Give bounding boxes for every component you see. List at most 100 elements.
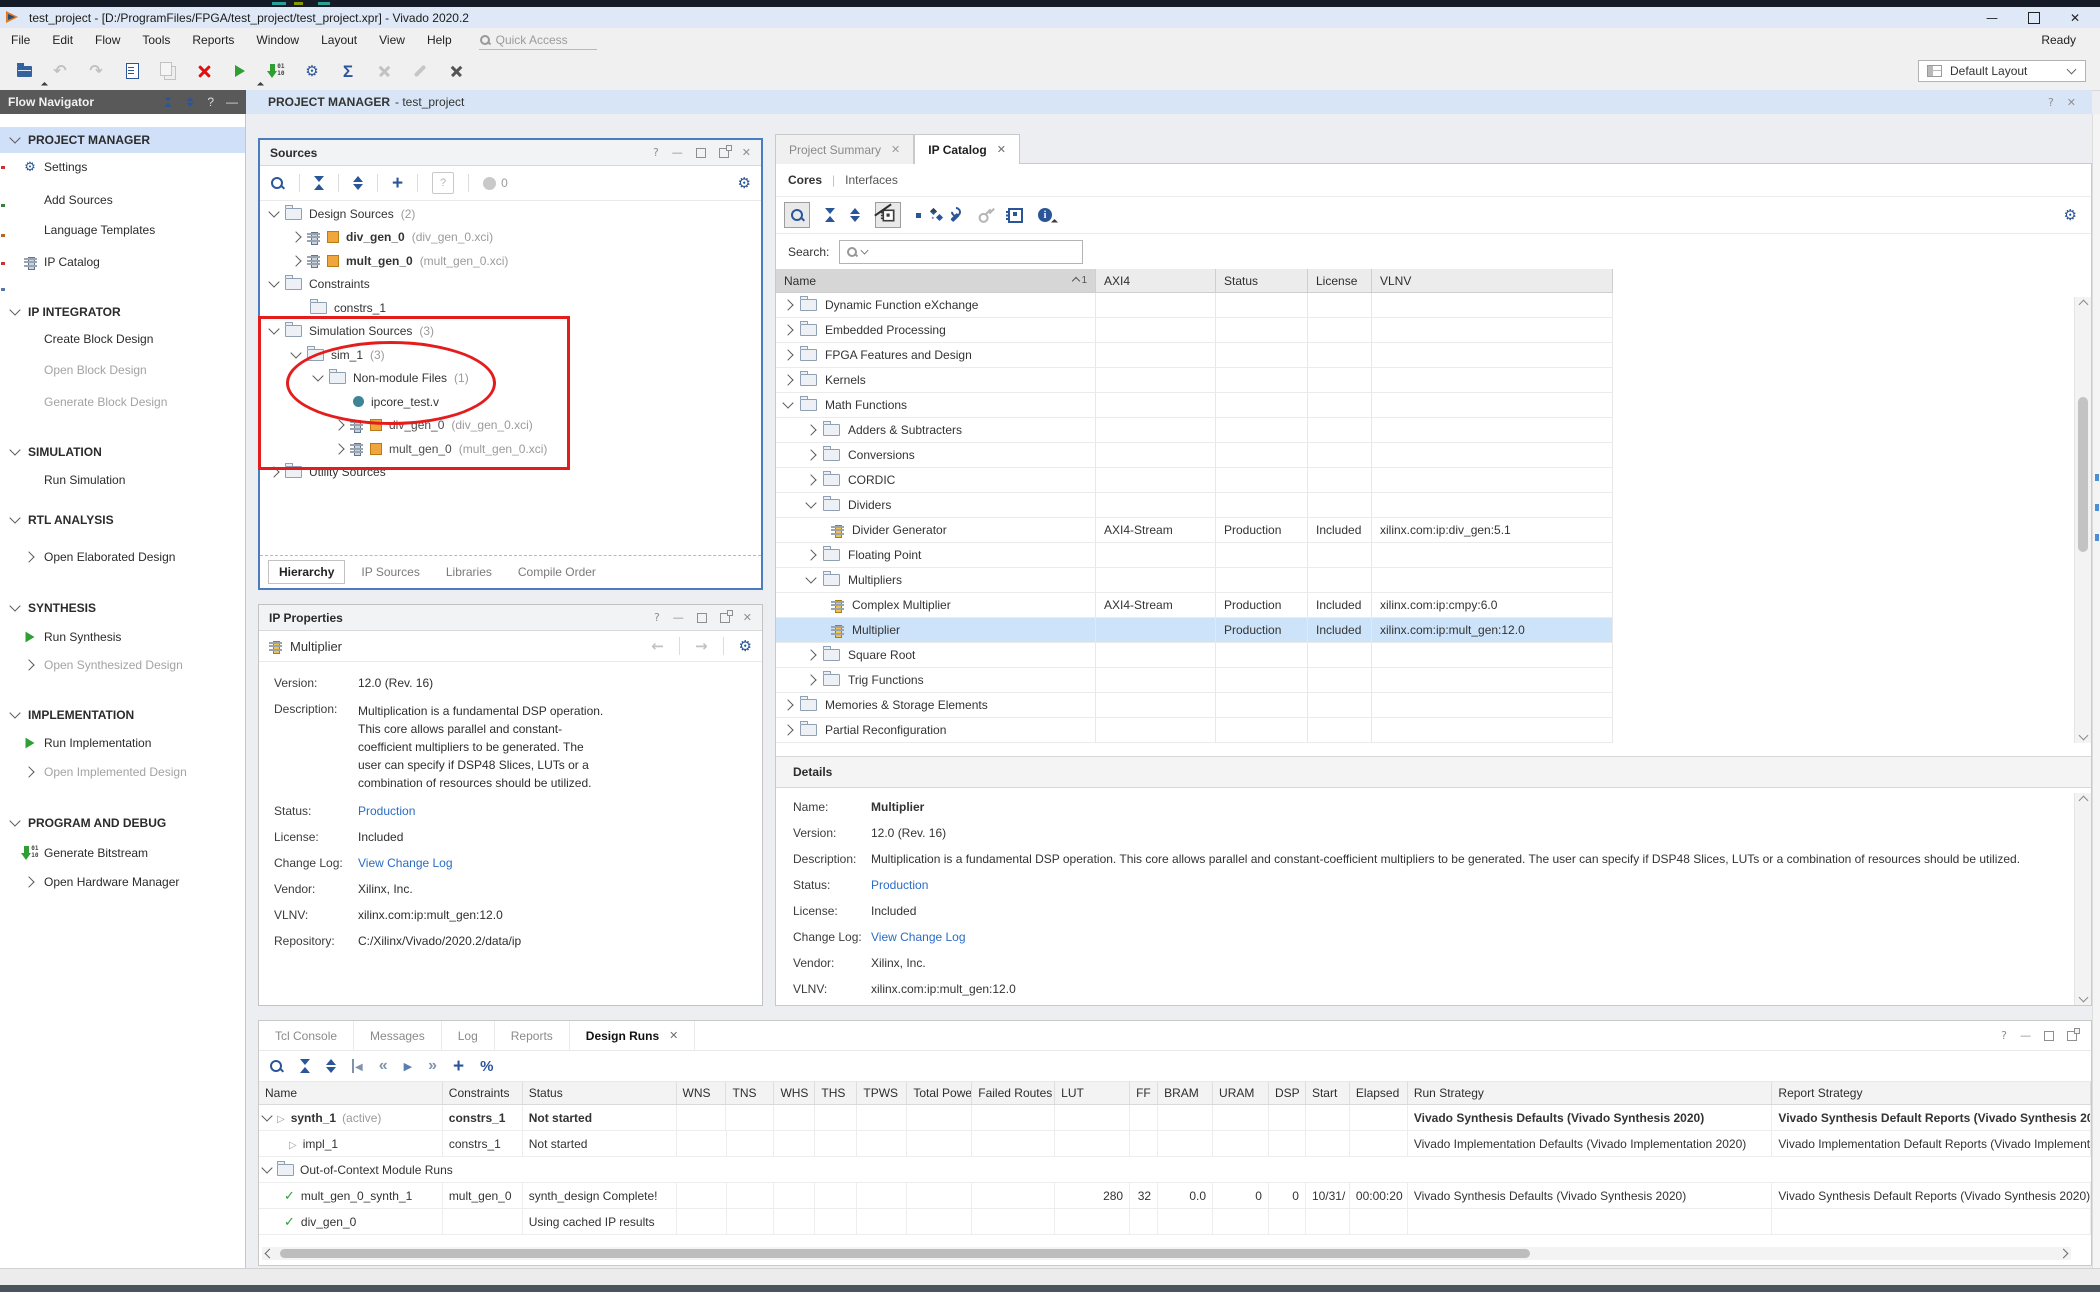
catalog-row[interactable]: Floating Point bbox=[776, 543, 1613, 568]
catalog-row[interactable]: Dynamic Function eXchange bbox=[776, 293, 1613, 318]
chevron-down-icon[interactable] bbox=[261, 1162, 272, 1173]
close-icon[interactable]: ✕ bbox=[742, 146, 751, 159]
float-icon[interactable] bbox=[720, 613, 730, 623]
catalog-row[interactable]: FPGA Features and Design bbox=[776, 343, 1613, 368]
fn-section-ip-integrator[interactable]: IP INTEGRATOR bbox=[0, 299, 245, 325]
tab-messages[interactable]: Messages bbox=[354, 1021, 442, 1050]
tree-row-mult-gen-0[interactable]: mult_gen_0(mult_gen_0.xci) bbox=[262, 249, 759, 273]
delete-button[interactable] bbox=[186, 57, 222, 85]
column-status[interactable]: Status bbox=[1216, 269, 1308, 293]
fn-item-open-block-design[interactable]: Open Block Design bbox=[0, 357, 245, 383]
filter-ip-button[interactable] bbox=[875, 202, 901, 228]
chevron-right-icon[interactable] bbox=[782, 349, 793, 360]
catalog-row[interactable]: CORDIC bbox=[776, 468, 1613, 493]
help-icon[interactable]: ? bbox=[653, 146, 659, 159]
fn-section-program-and-debug[interactable]: PROGRAM AND DEBUG bbox=[0, 810, 245, 836]
catalog-row[interactable]: Math Functions bbox=[776, 393, 1613, 418]
close-button[interactable]: ✕ bbox=[2070, 12, 2080, 24]
chevron-down-icon[interactable] bbox=[268, 206, 279, 217]
close-icon[interactable] bbox=[891, 143, 900, 156]
column-tpws[interactable]: TPWS bbox=[857, 1082, 907, 1104]
fn-item-ip-catalog[interactable]: IP Catalog bbox=[0, 249, 245, 275]
help-icon[interactable]: ? bbox=[207, 95, 214, 109]
minimize-icon[interactable]: — bbox=[672, 146, 683, 159]
run-row-synth-1[interactable]: synth_1(active) constrs_1 Not started Vi… bbox=[259, 1105, 2091, 1131]
help-icon[interactable]: ? bbox=[654, 611, 660, 624]
expand-all-icon[interactable] bbox=[187, 97, 194, 107]
menu-help[interactable]: Help bbox=[416, 33, 463, 47]
help-icon[interactable]: ? bbox=[2001, 1029, 2007, 1042]
menu-reports[interactable]: Reports bbox=[181, 33, 245, 47]
column-vlnv[interactable]: VLNV bbox=[1372, 269, 1613, 293]
column-elapsed[interactable]: Elapsed bbox=[1350, 1082, 1408, 1104]
scroll-right-icon[interactable] bbox=[2059, 1249, 2069, 1259]
run-row-out-of-context[interactable]: Out-of-Context Module Runs bbox=[259, 1157, 2091, 1183]
layout-selector[interactable]: Default Layout bbox=[1918, 60, 2086, 82]
tab-ip-catalog[interactable]: IP Catalog bbox=[914, 134, 1020, 164]
column-ths[interactable]: THS bbox=[815, 1082, 857, 1104]
first-run-icon[interactable] bbox=[352, 1059, 363, 1073]
status-link[interactable]: Production bbox=[358, 804, 415, 818]
column-constraints[interactable]: Constraints bbox=[443, 1082, 523, 1104]
scroll-down-icon[interactable] bbox=[2078, 993, 2088, 1003]
maximize-button[interactable] bbox=[2028, 12, 2040, 24]
sources-panel-header[interactable]: Sources ? — ✕ bbox=[260, 140, 761, 166]
close-icon[interactable] bbox=[997, 143, 1006, 156]
column-total-power[interactable]: Total Power bbox=[907, 1082, 972, 1104]
chevron-right-icon[interactable] bbox=[290, 232, 301, 243]
details-scrollbar[interactable] bbox=[2074, 793, 2091, 1005]
fn-item-run-synthesis[interactable]: Run Synthesis bbox=[0, 624, 245, 650]
back-arrow-icon[interactable] bbox=[651, 637, 664, 655]
column-name[interactable]: Name1 bbox=[776, 269, 1096, 293]
fn-item-settings[interactable]: Settings bbox=[0, 154, 245, 180]
previous-run-icon[interactable] bbox=[379, 1057, 388, 1075]
chevron-right-icon[interactable] bbox=[782, 699, 793, 710]
fn-section-rtl-analysis[interactable]: RTL ANALYSIS bbox=[0, 507, 245, 533]
minimize-panel-icon[interactable]: — bbox=[226, 95, 238, 109]
search-button[interactable] bbox=[784, 202, 810, 228]
expand-all-icon[interactable] bbox=[353, 176, 363, 190]
copy-button[interactable] bbox=[150, 57, 186, 85]
subtab-interfaces[interactable]: Interfaces bbox=[845, 173, 898, 187]
open-project-button[interactable] bbox=[6, 57, 42, 85]
fn-item-open-synthesized-design[interactable]: Open Synthesized Design bbox=[0, 652, 245, 678]
fn-item-add-sources[interactable]: Add Sources bbox=[0, 187, 245, 213]
message-count[interactable]: 0 bbox=[483, 176, 508, 190]
fn-item-create-block-design[interactable]: Create Block Design bbox=[0, 326, 245, 352]
chevron-right-icon[interactable] bbox=[782, 324, 793, 335]
catalog-row-divider-generator[interactable]: Divider GeneratorAXI4-StreamProductionIn… bbox=[776, 518, 1613, 543]
tab-design-runs[interactable]: Design Runs bbox=[570, 1021, 696, 1050]
gear-icon[interactable] bbox=[739, 639, 752, 654]
wrench-icon[interactable] bbox=[946, 207, 962, 223]
chevron-right-icon[interactable] bbox=[805, 424, 816, 435]
gear-icon[interactable] bbox=[2064, 208, 2077, 223]
run-row-div-gen-0[interactable]: div_gen_0 Using cached IP results bbox=[259, 1209, 2091, 1235]
menu-tools[interactable]: Tools bbox=[131, 33, 181, 47]
column-license[interactable]: License bbox=[1308, 269, 1372, 293]
chevron-right-icon[interactable] bbox=[805, 449, 816, 460]
forward-arrow-icon[interactable] bbox=[695, 637, 708, 655]
fn-section-synthesis[interactable]: SYNTHESIS bbox=[0, 595, 245, 621]
column-bram[interactable]: BRAM bbox=[1158, 1082, 1213, 1104]
play-run-icon[interactable] bbox=[404, 1059, 412, 1073]
minimize-button[interactable]: — bbox=[1986, 12, 1998, 24]
menu-layout[interactable]: Layout bbox=[310, 33, 368, 47]
tab-compile-order[interactable]: Compile Order bbox=[508, 561, 606, 583]
chevron-right-icon[interactable] bbox=[805, 549, 816, 560]
scroll-up-icon[interactable] bbox=[2078, 300, 2088, 310]
redo-button[interactable] bbox=[78, 57, 114, 85]
column-report-strategy[interactable]: Report Strategy bbox=[1772, 1082, 2091, 1104]
tab-reports[interactable]: Reports bbox=[495, 1021, 570, 1050]
menu-view[interactable]: View bbox=[368, 33, 416, 47]
catalog-row[interactable]: Dividers bbox=[776, 493, 1613, 518]
close-icon[interactable]: ✕ bbox=[2067, 96, 2076, 109]
catalog-row[interactable]: Conversions bbox=[776, 443, 1613, 468]
expand-all-icon[interactable] bbox=[326, 1059, 336, 1073]
close-icon[interactable]: ✕ bbox=[743, 611, 752, 624]
column-axi4[interactable]: AXI4 bbox=[1096, 269, 1216, 293]
run-row-mult-gen-0-synth-1[interactable]: mult_gen_0_synth_1 mult_gen_0 synth_desi… bbox=[259, 1183, 2091, 1209]
fn-section-simulation[interactable]: SIMULATION bbox=[0, 439, 245, 465]
tab-log[interactable]: Log bbox=[442, 1021, 495, 1050]
chevron-down-icon[interactable] bbox=[805, 572, 816, 583]
ip-properties-header[interactable]: IP Properties ? — ✕ bbox=[259, 605, 762, 631]
